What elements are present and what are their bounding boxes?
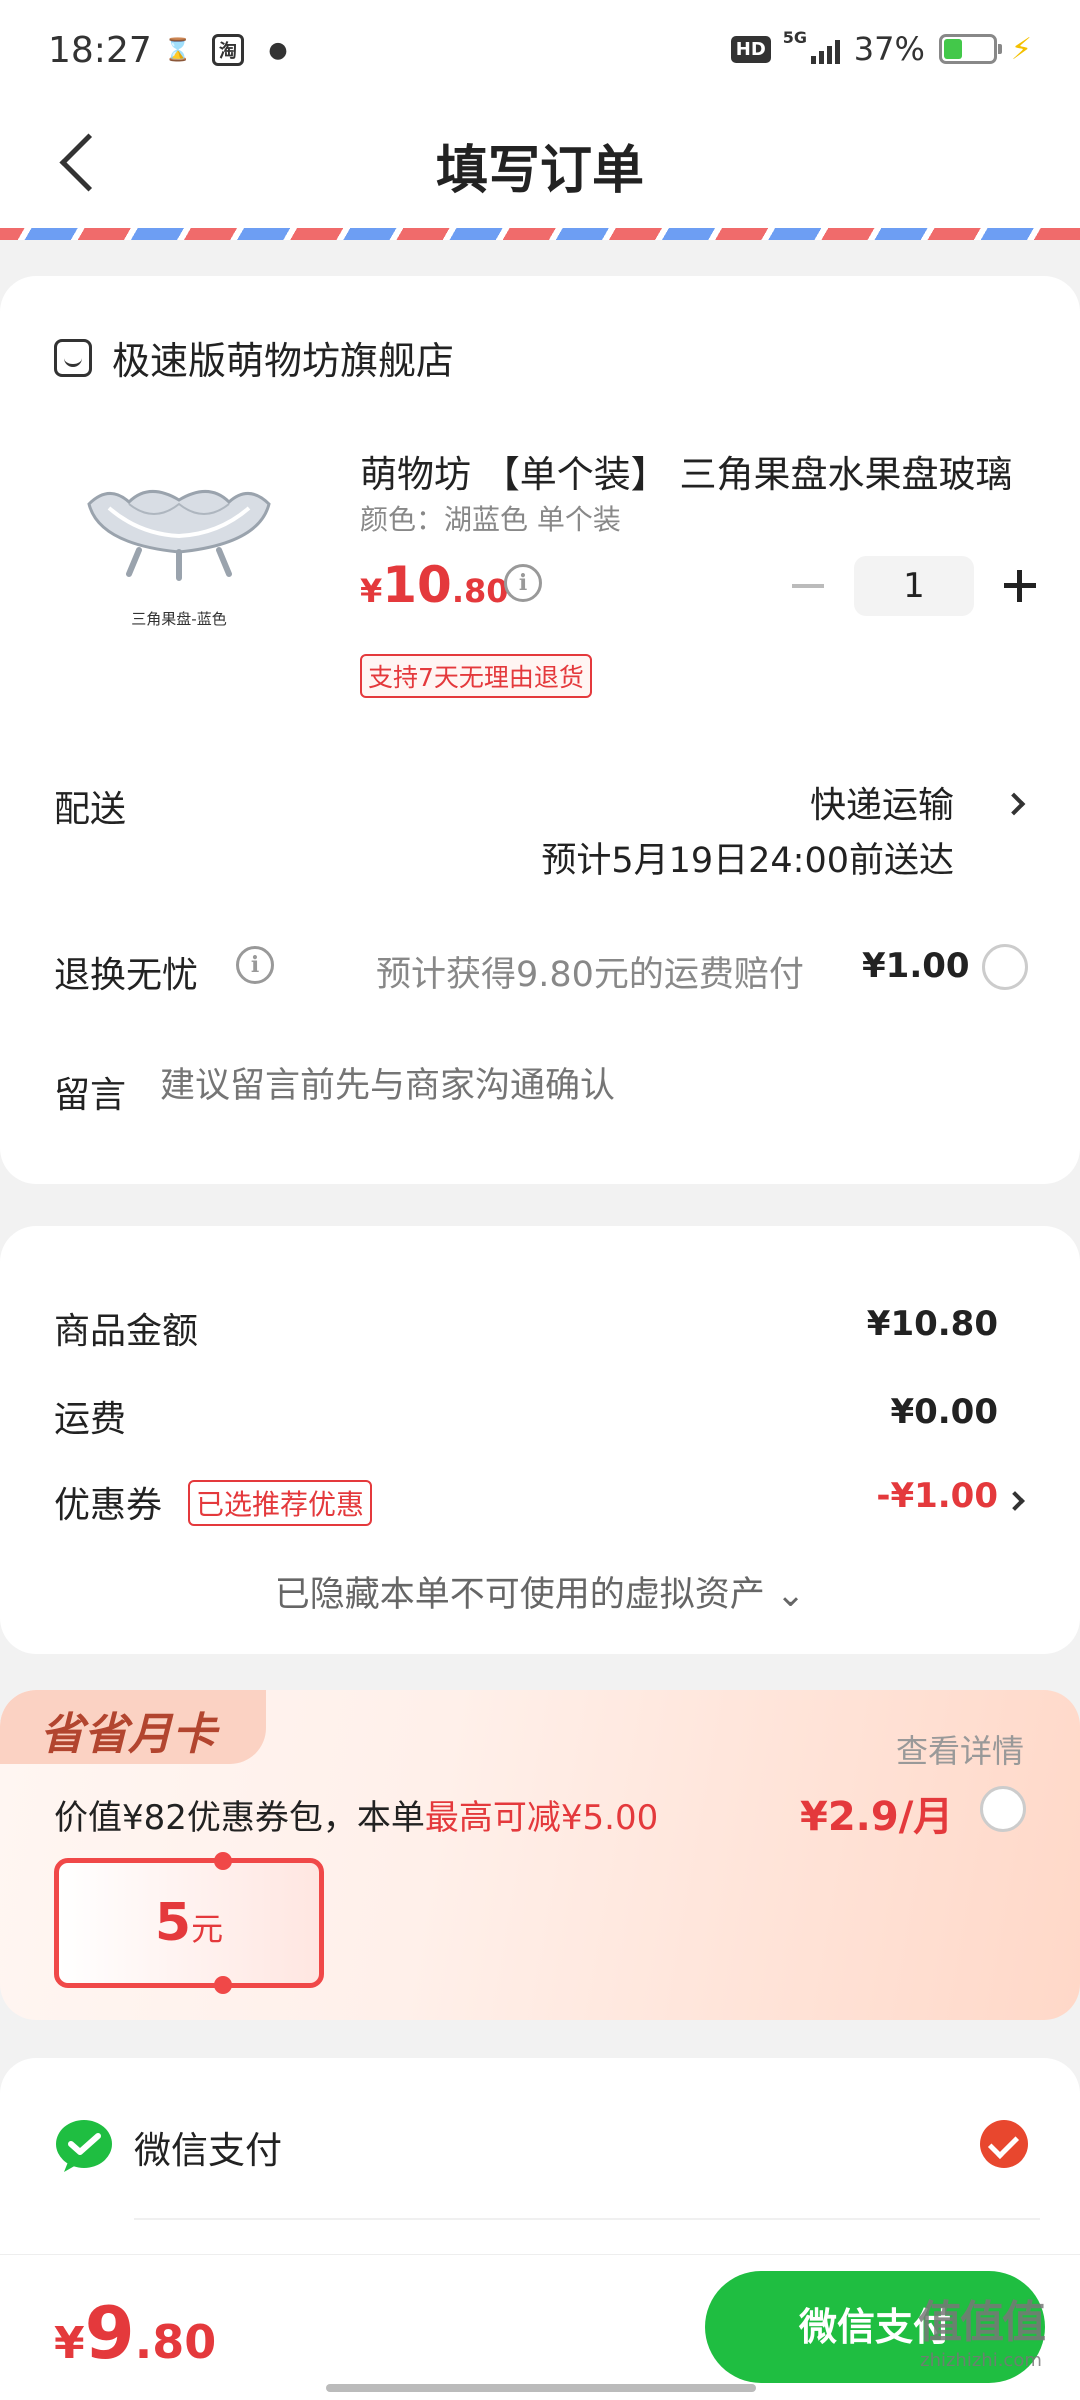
monthly-card-desc-highlight: 最高可减¥5.00	[424, 1798, 659, 1838]
total-decimal: .80	[134, 2315, 217, 2369]
message-input[interactable]	[160, 1066, 1020, 1106]
product-image[interactable]: 三角果盘-蓝色	[54, 426, 304, 676]
increase-quantity-button[interactable]	[996, 556, 1044, 616]
message-label: 留言	[54, 1075, 127, 1116]
battery-percent: 37%	[853, 30, 925, 68]
voucher-amount: 5	[154, 1893, 192, 1953]
page-title: 填写订单	[435, 141, 644, 201]
status-time: 18:27	[48, 30, 152, 71]
wechat-pay-label[interactable]: 微信支付	[134, 2120, 282, 2174]
glass-bowl-image	[87, 489, 271, 581]
shipping-fee-value: ¥0.00	[890, 1392, 998, 1432]
charging-icon: ⚡	[1010, 31, 1032, 67]
view-details-link[interactable]: 查看详情	[896, 1726, 1024, 1772]
status-system-icons: HD 5G 37% ⚡	[730, 28, 1032, 68]
monthly-card-desc-text: 价值¥82优惠券包，本单	[54, 1798, 425, 1838]
goods-amount-label: 商品金额	[54, 1311, 199, 1352]
message-icon: ●	[268, 37, 288, 63]
taobao-icon: 淘	[212, 34, 244, 66]
chevron-right-icon[interactable]	[1002, 792, 1026, 816]
voucher-unit: 元	[191, 1910, 224, 1948]
delivery-method[interactable]: 快递运输	[810, 776, 954, 828]
coupon-chevron-icon[interactable]	[1005, 1491, 1025, 1511]
home-indicator[interactable]	[326, 2384, 756, 2392]
hidden-assets-toggle[interactable]: 已隐藏本单不可使用的虚拟资产 ⌄	[0, 1566, 1080, 1617]
price-decimal: .80	[451, 572, 509, 610]
status-notification-icons: ⌛ 淘 ●	[162, 34, 294, 66]
price-info-icon[interactable]: i	[504, 564, 542, 602]
goods-amount-value: ¥10.80	[866, 1304, 998, 1344]
total-currency: ¥	[54, 2318, 85, 2369]
monthly-card-radio[interactable]	[980, 1786, 1026, 1832]
battery-fill	[943, 39, 962, 59]
signal-icon: 5G	[783, 28, 840, 64]
total-integer: 9	[84, 2291, 135, 2375]
worry-free-price: ¥1.00	[862, 946, 970, 986]
store-icon	[54, 338, 92, 377]
worry-free-info-icon[interactable]: i	[236, 946, 274, 984]
return-policy-badge: 支持7天无理由退货	[360, 654, 592, 698]
quantity-stepper: 1	[784, 556, 1044, 616]
worry-free-desc: 预计获得9.80元的运费赔付	[376, 955, 804, 995]
site-watermark: 值值值 zhizhizhi.com	[918, 2286, 1046, 2371]
coupon-recommended-badge: 已选推荐优惠	[188, 1480, 373, 1526]
delivery-eta: 预计5月19日24:00前送达	[541, 841, 954, 881]
monthly-card-tag: 省省月卡	[0, 1690, 266, 1764]
payment-selected-check-icon[interactable]	[980, 2120, 1028, 2168]
price-summary-card: 商品金额 ¥10.80 运费 ¥0.00 优惠券 已选推荐优惠 -¥1.00 已…	[0, 1226, 1080, 1654]
address-border-stripe	[0, 228, 1080, 240]
store-header[interactable]: 极速版萌物坊旗舰店	[54, 330, 454, 385]
monthly-card-promo: 省省月卡 查看详情 价值¥82优惠券包，本单最高可减¥5.00 ¥2.9/月 5…	[0, 1690, 1080, 2020]
worry-free-label: 退换无忧	[54, 955, 199, 996]
shipping-fee-label: 运费	[54, 1399, 127, 1440]
monthly-card-tag-text: 省省月卡	[40, 1709, 216, 1760]
delivery-label: 配送	[54, 789, 127, 830]
coupon-value[interactable]: -¥1.00	[876, 1476, 998, 1516]
status-bar: 18:27 ⌛ 淘 ● HD 5G 37% ⚡	[0, 0, 1080, 100]
watermark-site: zhizhizhi.com	[920, 2350, 1042, 2371]
monthly-card-desc: 价值¥82优惠券包，本单最高可减¥5.00	[54, 1790, 658, 1839]
hd-icon: HD	[730, 35, 771, 63]
hourglass-icon: ⌛	[164, 37, 192, 63]
price-integer: 10	[382, 556, 452, 614]
coupon-label: 优惠券	[54, 1485, 163, 1526]
product-title[interactable]: 萌物坊 【单个装】 三角果盘水果盘玻璃	[360, 444, 1020, 498]
network-type: 5G	[782, 28, 808, 47]
store-order-card: 极速版萌物坊旗舰店 三角果盘-蓝色 萌物坊 【单个装】 三角果盘水果盘玻璃 颜色…	[0, 276, 1080, 1184]
total-price: ¥ 9 .80	[54, 2291, 216, 2375]
battery-icon	[938, 34, 1002, 64]
store-name: 极速版萌物坊旗舰店	[112, 339, 455, 383]
product-sku[interactable]: 颜色：湖蓝色 单个装	[360, 498, 621, 538]
payment-divider	[134, 2218, 1040, 2220]
monthly-card-price: ¥2.9/月	[800, 1794, 954, 1840]
product-image-caption: 三角果盘-蓝色	[131, 609, 227, 628]
price-currency: ¥	[360, 572, 383, 610]
voucher-coupon: 5 元	[54, 1852, 324, 1994]
wechat-pay-icon	[56, 2120, 112, 2172]
app-header: 填写订单	[0, 100, 1080, 228]
decrease-quantity-button[interactable]	[784, 556, 832, 616]
product-price: ¥ 10 .80	[360, 556, 509, 614]
quantity-value[interactable]: 1	[854, 556, 974, 616]
worry-free-radio[interactable]	[982, 944, 1028, 990]
watermark-logo: 值值值	[918, 2297, 1046, 2348]
